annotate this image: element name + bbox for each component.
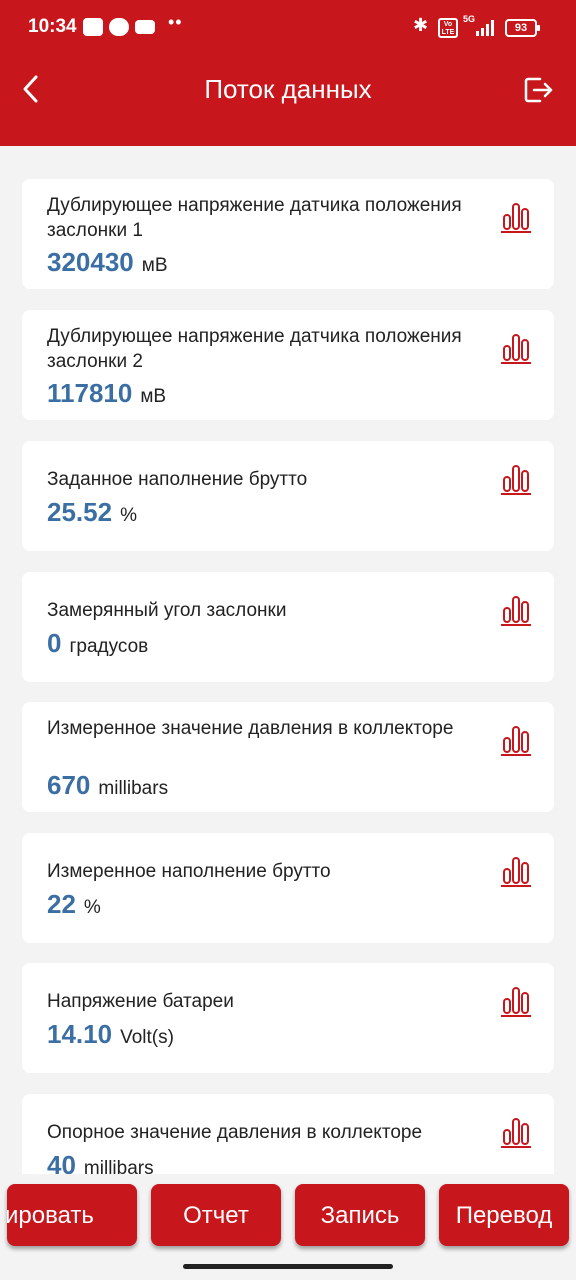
bar-chart-icon[interactable] <box>500 594 532 628</box>
app-bar: Поток данных <box>0 56 576 146</box>
bar-chart-icon[interactable] <box>500 1116 532 1150</box>
bar-chart-icon[interactable] <box>500 985 532 1019</box>
value-unit: Volt(s) <box>120 1027 174 1048</box>
youtube-icon <box>135 20 155 34</box>
battery-icon: 93 <box>505 19 540 37</box>
more-notifications-icon: •• <box>168 12 183 32</box>
value-unit: millibars <box>83 1158 154 1174</box>
action-button-label: ировать <box>7 1202 94 1229</box>
parameter-name: Замерянный угол заслонки <box>47 600 287 621</box>
list-item[interactable]: Напряжение батареи 14.10 Volt(s) <box>22 963 554 1073</box>
value-unit: мВ <box>140 386 167 407</box>
home-indicator[interactable] <box>183 1264 393 1269</box>
bar-chart-icon[interactable] <box>500 855 532 889</box>
parameter-name: Измеренное наполнение брутто <box>47 861 331 882</box>
list-item[interactable]: Заданное наполнение брутто 25.52% <box>22 441 554 551</box>
action-button[interactable]: ировать <box>7 1184 137 1246</box>
value-number: 0 <box>47 628 62 658</box>
bar-chart-icon[interactable] <box>500 332 532 366</box>
parameter-value: 0 градусов <box>47 628 148 659</box>
value-unit: % <box>83 897 101 918</box>
value-number: 117810 <box>47 378 133 408</box>
clock: 10:34 <box>28 16 77 37</box>
value-number: 14.10 <box>47 1019 113 1049</box>
parameter-value: 117810 мВ <box>47 378 166 409</box>
list-item[interactable]: Замерянный угол заслонки 0 градусов <box>22 572 554 682</box>
report-button[interactable]: Отчет <box>151 1184 281 1246</box>
bar-chart-icon[interactable] <box>500 201 532 235</box>
translate-button-label: Перевод <box>455 1202 553 1229</box>
bottom-action-bar: ировать Отчет Запись Перевод <box>0 1174 576 1280</box>
parameter-name: Опорное значение давления в коллекторе <box>47 1122 423 1143</box>
data-stream-list[interactable]: Дублирующее напряжение датчика положения… <box>0 146 576 1174</box>
parameter-name: Напряжение батареи <box>47 991 234 1012</box>
notification-app-icon <box>109 18 129 36</box>
signal-icon <box>476 20 496 36</box>
value-number: 670 <box>47 770 91 800</box>
value-unit: % <box>120 505 137 526</box>
record-button[interactable]: Запись <box>295 1184 425 1246</box>
translate-button[interactable]: Перевод <box>439 1184 569 1246</box>
value-number: 320430 <box>47 247 134 277</box>
report-button-label: Отчет <box>183 1202 249 1229</box>
bar-chart-icon[interactable] <box>500 724 532 758</box>
parameter-value: 14.10 Volt(s) <box>47 1019 174 1050</box>
list-item[interactable]: Дублирующее напряжение датчика положения… <box>22 310 554 420</box>
parameter-value: 40 millibars <box>47 1150 154 1174</box>
value-unit: millibars <box>98 778 169 799</box>
parameter-name: Заданное наполнение брутто <box>47 469 308 490</box>
parameter-name: Измеренное значение давления в коллектор… <box>47 718 454 739</box>
notification-app-icon <box>83 18 103 36</box>
list-item[interactable]: Измеренное значение давления в коллектор… <box>22 702 554 812</box>
value-number: 40 <box>47 1150 76 1174</box>
bar-chart-icon[interactable] <box>500 463 532 497</box>
list-item[interactable]: Измеренное наполнение брутто 22% <box>22 833 554 943</box>
list-item[interactable]: Опорное значение давления в коллекторе 4… <box>22 1094 554 1174</box>
parameter-value: 670 millibars <box>47 770 168 801</box>
list-item[interactable]: Дублирующее напряжение датчика положения… <box>22 179 554 289</box>
logout-icon <box>524 77 553 103</box>
parameter-value: 25.52% <box>47 497 137 528</box>
bluetooth-icon: ✱ <box>413 15 429 35</box>
parameter-value: 320430 мВ <box>47 247 168 278</box>
parameter-name: Дублирующее напряжение датчика положения… <box>47 195 462 241</box>
status-bar: 10:34 •• ✱ Vo LTE 5G 93 <box>0 0 576 56</box>
value-number: 22 <box>47 889 76 919</box>
exit-button[interactable] <box>520 72 556 108</box>
value-unit: градусов <box>69 636 149 657</box>
network-type-label: 5G <box>463 14 476 24</box>
value-number: 25.52 <box>47 497 113 527</box>
record-button-label: Запись <box>320 1202 400 1229</box>
parameter-name: Дублирующее напряжение датчика положения… <box>47 326 462 372</box>
value-unit: мВ <box>141 255 168 276</box>
page-title: Поток данных <box>204 74 372 104</box>
volte-icon: Vo LTE <box>438 18 458 38</box>
parameter-value: 22% <box>47 889 101 920</box>
